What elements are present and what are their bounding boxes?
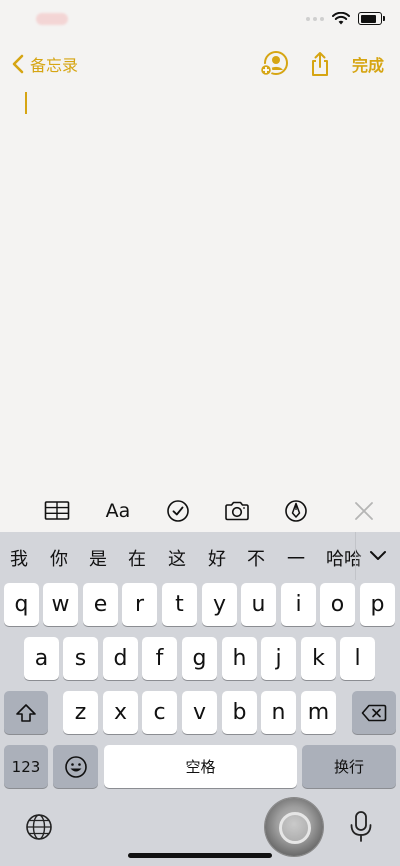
close-icon bbox=[355, 502, 373, 520]
signal-icon bbox=[306, 16, 324, 21]
candidate-bar: 我 你 是 在 这 好 不 一 哈哈 bbox=[0, 532, 400, 580]
key-x[interactable]: x bbox=[103, 691, 138, 734]
key-r[interactable]: r bbox=[122, 583, 157, 626]
camera-button[interactable] bbox=[223, 498, 251, 524]
back-button[interactable]: 备忘录 bbox=[10, 52, 78, 76]
emoji-icon bbox=[64, 755, 87, 778]
note-editor[interactable] bbox=[0, 86, 400, 490]
share-icon[interactable] bbox=[306, 50, 334, 78]
candidate-word[interactable]: 这 bbox=[168, 545, 186, 571]
battery-icon bbox=[358, 12, 385, 25]
format-toolbar: Aa bbox=[0, 490, 400, 532]
assistive-touch-button[interactable] bbox=[265, 798, 323, 856]
key-y[interactable]: y bbox=[202, 583, 237, 626]
candidate-word[interactable]: 一 bbox=[287, 545, 305, 571]
key-t[interactable]: t bbox=[162, 583, 197, 626]
status-icons bbox=[306, 12, 385, 25]
text-cursor bbox=[25, 92, 27, 114]
key-s[interactable]: s bbox=[63, 637, 98, 680]
status-bar bbox=[0, 0, 400, 44]
checklist-icon bbox=[167, 500, 189, 522]
table-icon bbox=[44, 501, 70, 520]
key-k[interactable]: k bbox=[301, 637, 336, 680]
delete-icon bbox=[361, 704, 387, 721]
candidate-word[interactable]: 不 bbox=[247, 545, 265, 571]
shift-icon bbox=[16, 703, 36, 722]
home-indicator bbox=[128, 853, 272, 858]
return-key[interactable]: 换行 bbox=[302, 745, 396, 788]
expand-candidates-button[interactable] bbox=[355, 532, 400, 580]
key-f[interactable]: f bbox=[142, 637, 177, 680]
key-v[interactable]: v bbox=[182, 691, 217, 734]
format-icon: Aa bbox=[105, 500, 131, 522]
numbers-key[interactable]: 123 bbox=[4, 745, 48, 788]
keyboard: 我 你 是 在 这 好 不 一 哈哈 q w e r t y u i o p a… bbox=[0, 532, 400, 866]
shift-key[interactable] bbox=[4, 691, 48, 734]
key-d[interactable]: d bbox=[103, 637, 138, 680]
key-a[interactable]: a bbox=[24, 637, 59, 680]
back-label: 备忘录 bbox=[30, 56, 79, 75]
checklist-button[interactable] bbox=[164, 498, 192, 524]
markup-button[interactable] bbox=[282, 498, 310, 524]
key-p[interactable]: p bbox=[360, 583, 395, 626]
key-i[interactable]: i bbox=[281, 583, 316, 626]
status-time-blurred bbox=[36, 13, 68, 25]
key-h[interactable]: h bbox=[222, 637, 257, 680]
candidate-word[interactable]: 在 bbox=[128, 545, 146, 571]
key-m[interactable]: m bbox=[301, 691, 336, 734]
key-z[interactable]: z bbox=[63, 691, 98, 734]
delete-key[interactable] bbox=[352, 691, 396, 734]
key-q[interactable]: q bbox=[4, 583, 39, 626]
key-u[interactable]: u bbox=[241, 583, 276, 626]
chevron-left-icon bbox=[12, 54, 24, 74]
emoji-key[interactable] bbox=[53, 745, 98, 788]
key-w[interactable]: w bbox=[43, 583, 78, 626]
microphone-icon[interactable] bbox=[348, 810, 374, 844]
key-j[interactable]: j bbox=[261, 637, 296, 680]
key-b[interactable]: b bbox=[222, 691, 257, 734]
globe-icon[interactable] bbox=[24, 812, 54, 842]
key-c[interactable]: c bbox=[142, 691, 177, 734]
space-key[interactable]: 空格 bbox=[104, 745, 297, 788]
camera-icon bbox=[225, 501, 249, 521]
chevron-down-icon bbox=[370, 551, 386, 560]
key-g[interactable]: g bbox=[182, 637, 217, 680]
candidate-word[interactable]: 我 bbox=[10, 545, 28, 571]
candidate-word[interactable]: 好 bbox=[208, 545, 226, 571]
nav-bar: 备忘录 完成 bbox=[0, 44, 400, 84]
nav-actions: 完成 bbox=[259, 50, 384, 78]
candidate-word[interactable]: 是 bbox=[89, 545, 107, 571]
close-toolbar-button[interactable] bbox=[350, 498, 378, 524]
add-person-icon[interactable] bbox=[259, 50, 288, 78]
done-button[interactable]: 完成 bbox=[352, 52, 384, 76]
table-button[interactable] bbox=[43, 498, 71, 524]
candidate-word[interactable]: 你 bbox=[50, 545, 68, 571]
key-o[interactable]: o bbox=[320, 583, 355, 626]
wifi-icon bbox=[332, 12, 350, 25]
key-l[interactable]: l bbox=[340, 637, 375, 680]
key-e[interactable]: e bbox=[83, 583, 118, 626]
markup-pen-icon bbox=[285, 500, 307, 522]
key-n[interactable]: n bbox=[261, 691, 296, 734]
format-button[interactable]: Aa bbox=[104, 498, 132, 524]
